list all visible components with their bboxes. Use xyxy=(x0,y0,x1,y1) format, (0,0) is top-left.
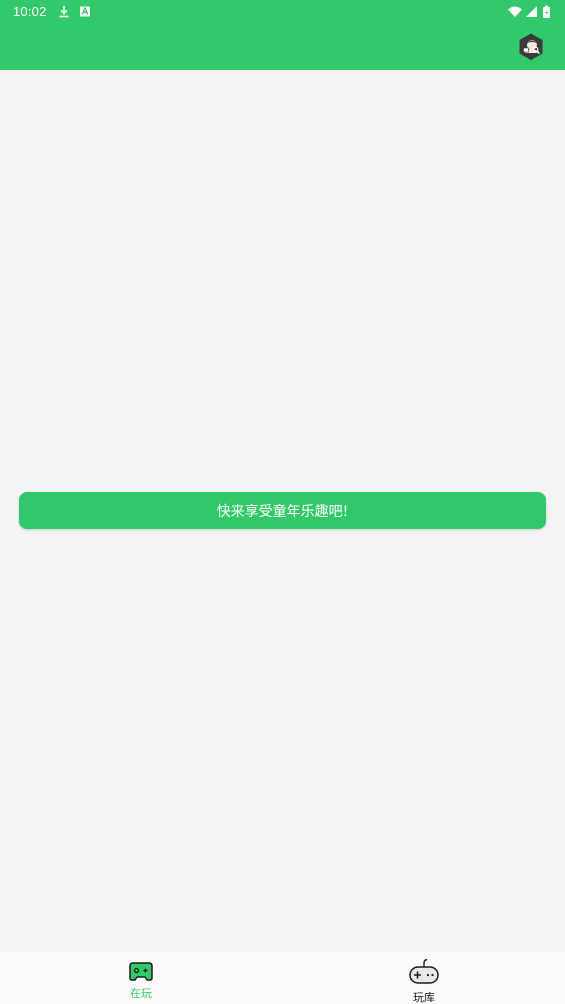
enjoy-childhood-button[interactable]: 快来享受童年乐趣吧! xyxy=(19,492,546,529)
game-controller-icon xyxy=(409,958,439,984)
app-screen: 10:02 快来享受童年乐趣吧! 在玩 玩库 xyxy=(0,0,565,1004)
signal-icon xyxy=(526,6,537,17)
battery-icon xyxy=(543,5,550,18)
nav-item-library[interactable]: 玩库 xyxy=(283,952,565,1004)
gamepad-icon xyxy=(129,962,153,981)
status-bar: 10:02 xyxy=(0,0,565,24)
download-icon xyxy=(59,6,69,18)
status-icons xyxy=(508,5,550,18)
status-time: 10:02 xyxy=(13,4,47,19)
bottom-nav: 在玩 玩库 xyxy=(0,952,565,1004)
wifi-icon xyxy=(508,6,522,17)
nav-label-playing: 在玩 xyxy=(130,987,152,1000)
search-user-icon xyxy=(519,33,543,60)
a-icon xyxy=(80,6,90,17)
nav-item-playing[interactable]: 在玩 xyxy=(0,952,282,1004)
search-user-button[interactable] xyxy=(517,32,545,62)
nav-label-library: 玩库 xyxy=(413,991,435,1004)
main-content: 快来享受童年乐趣吧! xyxy=(0,70,565,952)
app-bar xyxy=(0,24,565,70)
